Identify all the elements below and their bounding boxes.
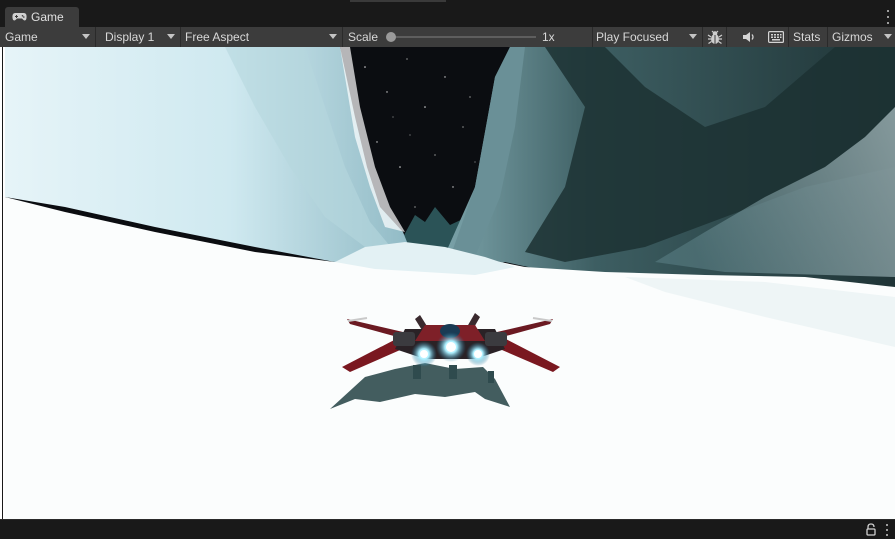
panel-menu-icon[interactable] (885, 10, 891, 24)
scale-slider-track[interactable] (390, 36, 536, 38)
game-scene (5, 47, 895, 519)
chevron-down-icon (884, 34, 892, 39)
game-viewport[interactable] (5, 47, 895, 519)
chevron-down-icon (82, 34, 90, 39)
bug-icon[interactable] (704, 27, 727, 47)
aspect-dropdown[interactable]: Free Aspect (181, 27, 343, 47)
viewport-edge-line (2, 47, 3, 519)
tab-label: Game (31, 10, 64, 24)
game-toolbar: Game Display 1 Free Aspect Scale 1x Play… (0, 27, 895, 48)
mode-dropdown[interactable]: Game (0, 27, 96, 47)
speaker-icon[interactable] (738, 27, 760, 47)
scale-value: 1x (542, 30, 555, 44)
tab-strip: Game (0, 0, 895, 28)
display-dropdown-label: Display 1 (105, 30, 155, 44)
scale-slider-thumb[interactable] (386, 32, 396, 42)
chevron-down-icon (167, 34, 175, 39)
lock-icon[interactable] (865, 523, 877, 536)
status-bar (0, 519, 895, 537)
play-mode-label: Play Focused (596, 30, 669, 44)
keyboard-icon[interactable] (764, 27, 789, 47)
display-dropdown[interactable]: Display 1 (96, 27, 181, 47)
chevron-down-icon (689, 34, 697, 39)
gizmos-dropdown[interactable]: Gizmos (828, 27, 895, 47)
gizmos-label: Gizmos (832, 30, 873, 44)
stats-button[interactable]: Stats (789, 27, 828, 47)
play-mode-dropdown[interactable]: Play Focused (593, 27, 703, 47)
scale-label: Scale (348, 30, 379, 44)
mode-dropdown-label: Game (5, 30, 38, 44)
stats-label: Stats (793, 30, 821, 44)
gamepad-icon (12, 12, 28, 22)
kebab-menu-icon[interactable] (885, 524, 889, 536)
chevron-down-icon (329, 34, 337, 39)
tab-game[interactable]: Game (5, 7, 79, 27)
window-drag-handle[interactable] (350, 0, 446, 2)
aspect-dropdown-label: Free Aspect (185, 30, 250, 44)
